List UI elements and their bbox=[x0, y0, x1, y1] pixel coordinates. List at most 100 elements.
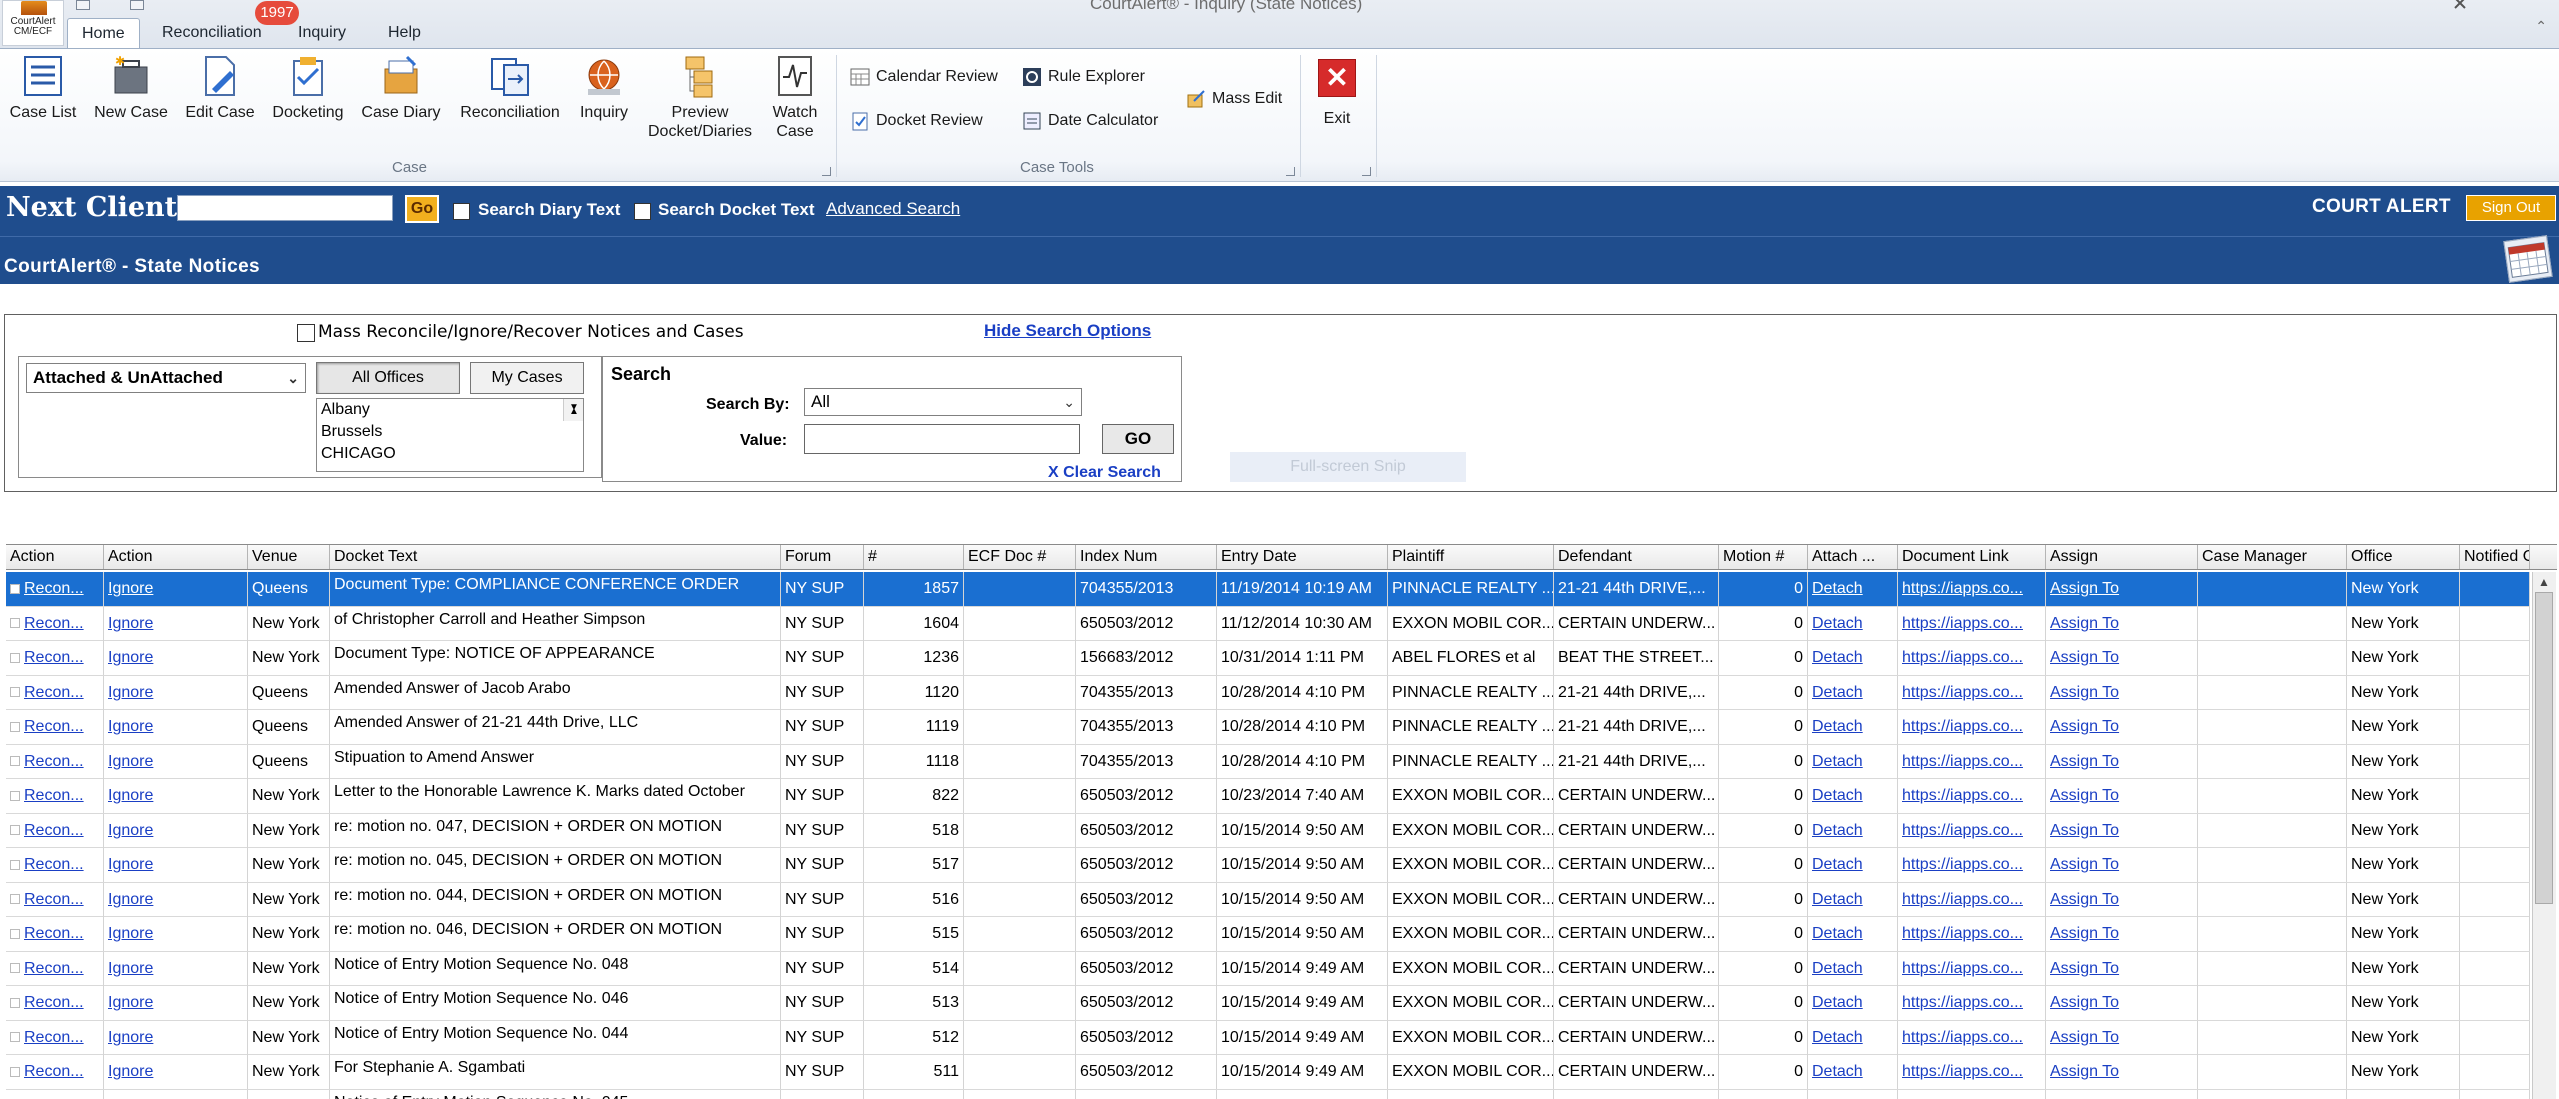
column-header-document-link[interactable]: Document Link bbox=[1898, 545, 2046, 569]
action-ignore-link[interactable]: Ignore bbox=[108, 718, 153, 735]
cell-document-link[interactable]: https://iapps.co... bbox=[1898, 951, 2046, 986]
assign-link[interactable]: Assign To bbox=[2050, 822, 2119, 839]
new-case-button[interactable]: ✱ New Case bbox=[92, 53, 170, 122]
cell-action-reconcile[interactable]: Recon... bbox=[6, 882, 104, 917]
column-header-plaintiff[interactable]: Plaintiff bbox=[1388, 545, 1554, 569]
table-row[interactable]: Recon... Ignore Queens Stipuation to Amend … bbox=[6, 744, 2530, 779]
date-calculator-button[interactable]: Date Calculator bbox=[1022, 109, 1158, 133]
docket-review-button[interactable]: Docket Review bbox=[850, 109, 983, 133]
column-header-number[interactable]: # bbox=[864, 545, 964, 569]
office-list-scrollbar[interactable]: ▲ ▼ bbox=[563, 399, 583, 421]
cell-document-link[interactable]: https://iapps.co... bbox=[1898, 882, 2046, 917]
cell-action-reconcile[interactable]: Recon... bbox=[6, 951, 104, 986]
cell-document-link[interactable]: https://iapps.co... bbox=[1898, 744, 2046, 779]
action-reconcile-link[interactable]: Recon... bbox=[24, 1063, 84, 1080]
case-list-button[interactable]: Case List bbox=[8, 53, 78, 122]
cell-action-ignore[interactable]: Ignore bbox=[104, 951, 248, 986]
action-ignore-link[interactable]: Ignore bbox=[108, 649, 153, 666]
cell-action-reconcile[interactable]: Recon... bbox=[6, 641, 104, 675]
cell-action-reconcile[interactable]: Recon... bbox=[6, 1089, 104, 1099]
cell-action-reconcile[interactable]: Recon... bbox=[6, 744, 104, 779]
clear-search-link[interactable]: X Clear Search bbox=[1048, 464, 1161, 482]
cell-assign[interactable]: Assign To bbox=[2046, 917, 2198, 951]
scroll-up-icon[interactable]: ▲ bbox=[2538, 575, 2550, 589]
row-select-checkbox[interactable] bbox=[10, 997, 20, 1008]
rule-explorer-button[interactable]: Rule Explorer bbox=[1022, 65, 1145, 89]
cell-document-link[interactable]: https://iapps.co... bbox=[1898, 986, 2046, 1020]
attach-link[interactable]: Detach bbox=[1812, 994, 1863, 1011]
cell-document-link[interactable]: https://iapps.co... bbox=[1898, 917, 2046, 951]
action-ignore-link[interactable]: Ignore bbox=[108, 822, 153, 839]
row-select-checkbox[interactable] bbox=[10, 652, 20, 663]
cell-attach[interactable]: Detach bbox=[1808, 572, 1898, 606]
cell-action-reconcile[interactable]: Recon... bbox=[6, 1020, 104, 1055]
cell-action-ignore[interactable]: Ignore bbox=[104, 606, 248, 641]
office-list-item[interactable]: Brussels bbox=[317, 421, 583, 443]
document-link-link[interactable]: https://iapps.co... bbox=[1902, 891, 2023, 908]
action-ignore-link[interactable]: Ignore bbox=[108, 615, 153, 632]
row-select-checkbox[interactable] bbox=[10, 963, 20, 974]
cell-assign[interactable]: Assign To bbox=[2046, 744, 2198, 779]
cell-attach[interactable]: Detach bbox=[1808, 1020, 1898, 1055]
table-row[interactable]: Recon... Ignore New York For Stephanie A. S… bbox=[6, 1055, 2530, 1090]
action-ignore-link[interactable]: Ignore bbox=[108, 994, 153, 1011]
document-link-link[interactable]: https://iapps.co... bbox=[1902, 753, 2023, 770]
cell-assign[interactable]: Assign To bbox=[2046, 606, 2198, 641]
assign-link[interactable]: Assign To bbox=[2050, 1029, 2119, 1046]
column-header-docket-text[interactable]: Docket Text bbox=[330, 545, 781, 569]
document-link-link[interactable]: https://iapps.co... bbox=[1902, 615, 2023, 632]
column-header-ecf-doc[interactable]: ECF Doc # bbox=[964, 545, 1076, 569]
watch-case-button[interactable]: Watch Case bbox=[762, 53, 828, 141]
row-select-checkbox[interactable] bbox=[10, 756, 20, 767]
cell-assign[interactable]: Assign To bbox=[2046, 986, 2198, 1020]
action-ignore-link[interactable]: Ignore bbox=[108, 787, 153, 804]
column-header-office[interactable]: Office bbox=[2347, 545, 2460, 569]
ribbon-collapse-chevron-icon[interactable]: ⌃ bbox=[2535, 18, 2547, 35]
action-ignore-link[interactable]: Ignore bbox=[108, 960, 153, 977]
cell-action-reconcile[interactable]: Recon... bbox=[6, 606, 104, 641]
action-reconcile-link[interactable]: Recon... bbox=[24, 753, 84, 770]
assign-link[interactable]: Assign To bbox=[2050, 787, 2119, 804]
attach-link[interactable]: Detach bbox=[1812, 822, 1863, 839]
column-header-forum[interactable]: Forum bbox=[781, 545, 864, 569]
cell-action-ignore[interactable]: Ignore bbox=[104, 917, 248, 951]
window-close-button[interactable] bbox=[2453, 0, 2467, 10]
cell-assign[interactable]: Assign To bbox=[2046, 848, 2198, 882]
action-ignore-link[interactable]: Ignore bbox=[108, 684, 153, 701]
column-header-case-manager[interactable]: Case Manager bbox=[2198, 545, 2347, 569]
action-ignore-link[interactable]: Ignore bbox=[108, 856, 153, 873]
attach-link[interactable]: Detach bbox=[1812, 649, 1863, 666]
action-ignore-link[interactable]: Ignore bbox=[108, 891, 153, 908]
cell-assign[interactable]: Assign To bbox=[2046, 1055, 2198, 1089]
search-docket-text-checkbox[interactable] bbox=[634, 203, 651, 220]
action-reconcile-link[interactable]: Recon... bbox=[24, 822, 84, 839]
column-header-index-num[interactable]: Index Num bbox=[1076, 545, 1217, 569]
search-go-button[interactable]: GO bbox=[1102, 424, 1174, 454]
row-select-checkbox[interactable] bbox=[10, 687, 20, 698]
cell-document-link[interactable]: https://iapps.co... bbox=[1898, 1055, 2046, 1089]
cell-action-reconcile[interactable]: Recon... bbox=[6, 779, 104, 813]
cell-attach[interactable]: Detach bbox=[1808, 779, 1898, 813]
cell-assign[interactable]: Assign To bbox=[2046, 675, 2198, 710]
exit-button[interactable]: Exit bbox=[1312, 109, 1362, 128]
attach-link[interactable]: Detach bbox=[1812, 684, 1863, 701]
document-link-link[interactable]: https://iapps.co... bbox=[1902, 856, 2023, 873]
cell-assign[interactable]: Assign To bbox=[2046, 572, 2198, 606]
action-ignore-link[interactable]: Ignore bbox=[108, 1029, 153, 1046]
case-tools-launcher-icon[interactable] bbox=[1286, 167, 1295, 176]
tab-home[interactable]: Home bbox=[67, 18, 140, 48]
cell-attach[interactable]: Detach bbox=[1808, 951, 1898, 986]
action-ignore-link[interactable]: Ignore bbox=[108, 925, 153, 942]
action-reconcile-link[interactable]: Recon... bbox=[24, 787, 84, 804]
cell-assign[interactable]: Assign To bbox=[2046, 882, 2198, 917]
action-ignore-link[interactable]: Ignore bbox=[108, 580, 153, 597]
document-link-link[interactable]: https://iapps.co... bbox=[1902, 580, 2023, 597]
column-header-action-reconcile[interactable]: Action bbox=[6, 545, 104, 569]
search-diary-text-checkbox[interactable] bbox=[453, 203, 470, 220]
action-reconcile-link[interactable]: Recon... bbox=[24, 580, 84, 597]
attach-link[interactable]: Detach bbox=[1812, 891, 1863, 908]
table-row[interactable]: Recon... Ignore New York Document Type: NOT… bbox=[6, 641, 2530, 676]
table-row[interactable]: Recon... Ignore Queens Amended Answer of 21… bbox=[6, 710, 2530, 745]
table-row[interactable]: Recon... Ignore New York re: motion no. 045… bbox=[6, 848, 2530, 883]
cell-action-reconcile[interactable]: Recon... bbox=[6, 675, 104, 710]
